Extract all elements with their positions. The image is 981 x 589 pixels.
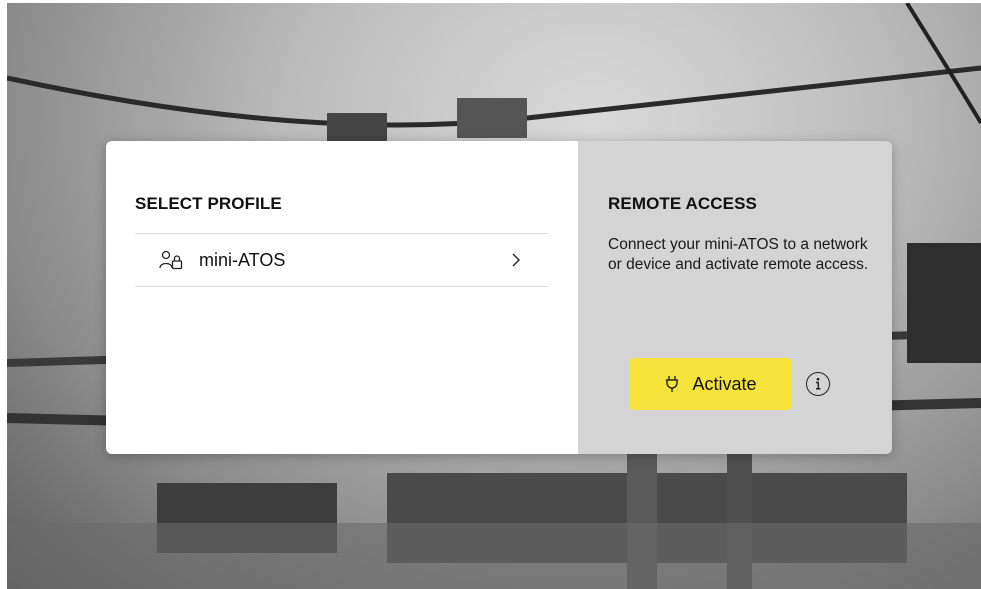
remote-access-panel: REMOTE ACCESS Connect your mini-ATOS to …	[578, 141, 892, 454]
remote-access-description: Connect your mini-ATOS to a network or d…	[608, 236, 869, 273]
plug-icon	[664, 375, 680, 393]
select-profile-panel: SELECT PROFILE mini-ATOS	[106, 141, 578, 454]
profile-label: mini-ATOS	[199, 249, 286, 270]
user-lock-icon	[159, 249, 185, 271]
profile-dialog: SELECT PROFILE mini-ATOS REMOTE ACCESS C…	[106, 141, 892, 454]
profile-list: mini-ATOS	[135, 233, 549, 287]
activate-button[interactable]: Activate	[630, 358, 791, 410]
info-icon[interactable]	[806, 372, 830, 396]
profile-item-mini-atos[interactable]: mini-ATOS	[135, 234, 549, 286]
select-profile-title: SELECT PROFILE	[135, 194, 282, 213]
remote-access-title: REMOTE ACCESS	[608, 194, 757, 213]
chevron-right-icon	[511, 252, 523, 268]
activate-label: Activate	[692, 373, 757, 394]
